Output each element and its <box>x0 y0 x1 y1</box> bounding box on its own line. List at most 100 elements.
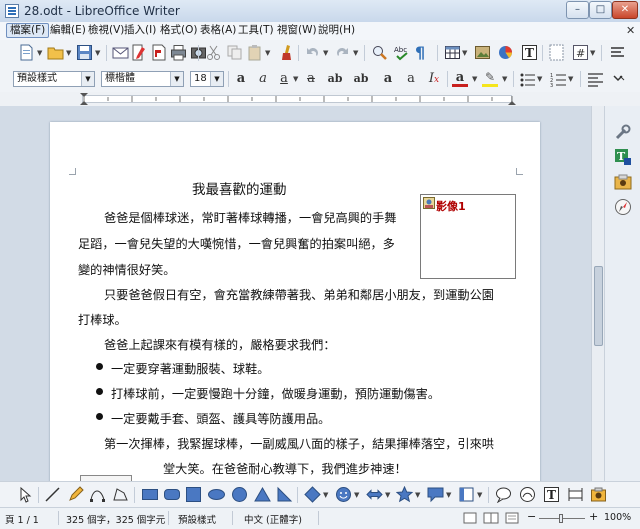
menu-help[interactable]: 說明(H) <box>315 23 358 38</box>
chevron-down-icon[interactable]: ▼ <box>353 49 358 57</box>
paragraph-line[interactable]: 第一次揮棒，我緊握球棒，一副威風八面的樣子，結果揮棒落空，引來哄 <box>104 434 494 452</box>
paragraph-line[interactable]: 足蹈，一會兒失望的大嘆惋惜，一會兒興奮的拍案叫絕，多 <box>78 234 395 252</box>
speech-bubble-icon[interactable] <box>495 486 512 503</box>
menu-insert[interactable]: 插入(I) <box>121 23 159 38</box>
horizontal-ruler[interactable] <box>0 92 640 107</box>
insert-textbox-icon[interactable]: T <box>521 44 538 61</box>
highlight-color-icon[interactable]: ✎ <box>482 71 498 87</box>
zoom-out-icon[interactable]: − <box>527 510 536 523</box>
symbol-shapes-smiley-icon[interactable] <box>335 486 352 503</box>
new-document-icon[interactable] <box>18 44 35 61</box>
view-layout-icons[interactable] <box>462 511 522 525</box>
align-left-icon[interactable] <box>587 71 604 88</box>
italic-icon[interactable]: a <box>255 71 271 87</box>
block-arrows-icon[interactable] <box>366 486 383 503</box>
paragraph-line[interactable]: 打棒球。 <box>78 310 127 328</box>
font-name-select[interactable]: 標楷體 ▼ <box>101 71 184 87</box>
vertical-scrollbar[interactable] <box>591 106 605 481</box>
close-button[interactable]: ✕ <box>612 1 638 19</box>
edit-file-icon[interactable] <box>130 44 147 61</box>
clear-formatting-icon[interactable]: Ix <box>426 71 442 87</box>
circle-icon[interactable] <box>232 487 247 502</box>
chevron-down-icon[interactable]: ▼ <box>81 72 94 86</box>
polygon-icon[interactable] <box>112 486 129 503</box>
toggle-extrusion-icon[interactable] <box>567 486 584 503</box>
gallery-icon[interactable] <box>614 173 632 191</box>
more-options-icon[interactable] <box>609 44 626 61</box>
open-folder-icon[interactable] <box>47 44 64 61</box>
chevron-down-icon[interactable]: ▼ <box>502 75 507 83</box>
chevron-down-icon[interactable]: ▼ <box>385 491 390 499</box>
list-item[interactable]: 打棒球前，一定要慢跑十分鐘，做暖身運動，預防運動傷害。 <box>111 384 440 402</box>
chevron-down-icon[interactable]: ▼ <box>354 491 359 499</box>
right-triangle-icon[interactable] <box>276 486 293 503</box>
menu-table[interactable]: 表格(A) <box>197 23 239 38</box>
stars-icon[interactable] <box>396 486 413 503</box>
insert-page-break-icon[interactable] <box>548 44 565 61</box>
chevron-down-icon[interactable]: ▼ <box>210 72 223 86</box>
spelling-icon[interactable]: Abc <box>394 44 411 61</box>
paragraph-line[interactable]: 變的神情很好笑。 <box>78 260 176 278</box>
font-color-icon[interactable]: a <box>452 71 468 87</box>
page-style[interactable]: 預設樣式 <box>178 512 216 526</box>
cut-icon[interactable] <box>205 44 222 61</box>
list-item[interactable]: 一定要戴手套、頭盔、護具等防護用品。 <box>111 409 330 427</box>
menu-edit[interactable]: 編輯(E) <box>47 23 89 38</box>
callouts-icon[interactable] <box>427 486 444 503</box>
bullet-list-icon[interactable] <box>519 71 536 88</box>
chevron-down-icon[interactable]: ▼ <box>568 75 573 83</box>
document-title[interactable]: 我最喜歡的運動 <box>192 178 287 198</box>
chevron-down-icon[interactable]: ▼ <box>462 49 467 57</box>
chevron-down-icon[interactable]: ▼ <box>323 49 328 57</box>
find-replace-icon[interactable] <box>371 44 388 61</box>
rounded-rectangle-icon[interactable] <box>164 489 180 500</box>
undo-icon[interactable] <box>304 44 321 61</box>
chevron-down-icon[interactable]: ▼ <box>537 75 542 83</box>
menu-tools[interactable]: 工具(T) <box>235 23 277 38</box>
chevron-down-icon[interactable]: ▼ <box>590 49 595 57</box>
zoom-slider-handle[interactable] <box>559 514 563 523</box>
scrollbar-thumb[interactable] <box>594 266 603 346</box>
outline-font-icon[interactable]: a <box>403 71 419 87</box>
chevron-down-icon[interactable]: ▼ <box>446 491 451 499</box>
ellipse-icon[interactable] <box>208 489 225 500</box>
chevron-down-icon[interactable]: ▼ <box>170 72 183 86</box>
superscript-icon[interactable]: ab <box>327 71 343 87</box>
subscript-icon[interactable]: ab <box>353 71 369 87</box>
paragraph-style-select[interactable]: 預設樣式 ▼ <box>13 71 95 87</box>
maximize-button[interactable]: □ <box>589 1 612 19</box>
chevron-down-icon[interactable]: ▼ <box>293 75 298 83</box>
chevron-down-icon[interactable]: ▼ <box>323 491 328 499</box>
menu-file[interactable]: 檔案(F) <box>6 23 50 38</box>
zoom-level[interactable]: 100% <box>604 512 631 523</box>
paragraph-line[interactable]: 爸爸是個棒球迷，常盯著棒球轉播，一會兒高興的手舞 <box>104 208 397 226</box>
chevron-down-icon[interactable]: ▼ <box>477 491 482 499</box>
save-icon[interactable] <box>76 44 93 61</box>
underline-icon[interactable]: a <box>276 71 292 87</box>
insert-chart-icon[interactable] <box>497 44 514 61</box>
line-icon[interactable] <box>44 486 61 503</box>
select-arrow-icon[interactable] <box>16 486 33 503</box>
insert-field-icon[interactable]: # <box>572 44 589 61</box>
redo-icon[interactable] <box>334 44 351 61</box>
export-pdf-icon[interactable] <box>150 44 167 61</box>
document-language[interactable]: 中文 (正體字) <box>244 512 302 526</box>
insert-image-icon[interactable] <box>474 44 491 61</box>
page-number[interactable]: 頁 1 / 1 <box>5 512 39 526</box>
curve-icon[interactable] <box>89 486 106 503</box>
triangle-icon[interactable] <box>254 486 271 503</box>
more-options-icon[interactable] <box>611 71 628 88</box>
minimize-button[interactable]: – <box>566 1 589 19</box>
copy-icon[interactable] <box>226 44 243 61</box>
formatting-marks-icon[interactable]: ¶ <box>415 44 432 61</box>
chevron-down-icon[interactable]: ▼ <box>472 75 477 83</box>
paragraph-line[interactable]: 爸爸上起課來有模有樣的，嚴格要求我們： <box>104 335 336 353</box>
bold-icon[interactable]: a <box>233 71 249 87</box>
rectangle-icon[interactable] <box>142 489 158 500</box>
styles-icon[interactable]: T <box>614 148 632 166</box>
zoom-in-icon[interactable]: + <box>589 510 598 523</box>
menu-format[interactable]: 格式(O) <box>157 23 200 38</box>
insert-table-icon[interactable] <box>444 44 461 61</box>
paragraph-line[interactable]: 堂大笑。在爸爸耐心教導下，我們進步神速！ <box>163 459 407 477</box>
paragraph-line[interactable]: 只要爸爸假日有空，會充當教練帶著我、弟弟和鄰居小朋友，到運動公園 <box>104 285 494 303</box>
